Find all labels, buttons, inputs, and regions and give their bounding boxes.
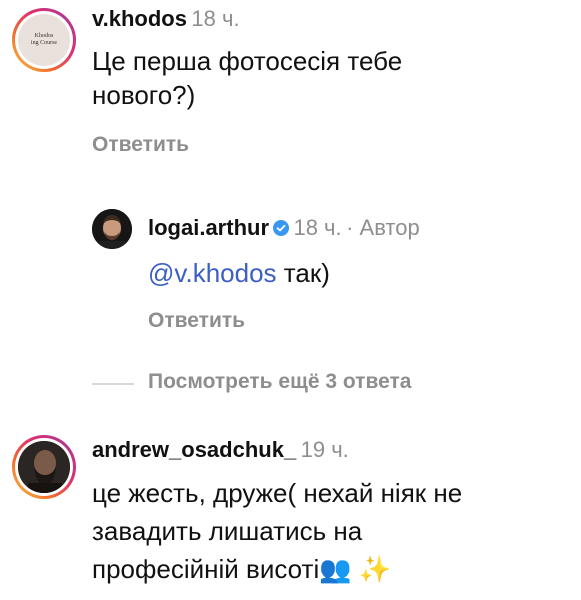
avatar-photo-icon (18, 441, 70, 493)
avatar: Khodos ing Course (18, 14, 70, 66)
comment-text-line-2: завадить лишатись на (92, 516, 363, 546)
view-more-replies-button[interactable]: Посмотреть ещё 3 ответа (148, 370, 411, 394)
avatar-logo-text: Khodos (34, 33, 54, 39)
comment-text-line-3: професійній висоті👥 ✨ (92, 552, 391, 586)
avatar-story-ring[interactable] (12, 435, 76, 499)
comment-text: @v.khodos так) (148, 256, 330, 290)
timestamp: 18 ч. (191, 6, 240, 31)
comment-text-body: так) (276, 258, 330, 288)
verified-badge-icon (273, 220, 290, 236)
reply-button[interactable]: Ответить (148, 309, 245, 333)
reply-button[interactable]: Ответить (92, 133, 189, 157)
avatar-photo-icon (92, 209, 132, 249)
comment-text-line-1: це жесть, друже( нехай ніяк не (92, 478, 463, 508)
comment-text-body: професійній висоті (92, 554, 320, 584)
timestamp: 18 ч. (293, 215, 342, 240)
avatar-story-ring[interactable]: Khodos ing Course (12, 8, 76, 72)
divider-line (92, 383, 134, 385)
username[interactable]: logai.arthur (148, 215, 269, 240)
mention-link[interactable]: @v.khodos (148, 258, 277, 288)
username[interactable]: v.khodos (92, 6, 187, 31)
timestamp: 19 ч. (300, 437, 349, 462)
avatar[interactable] (92, 209, 132, 249)
avatar (18, 441, 70, 493)
comment-text: Це перша фотосесія тебе нового?) (92, 46, 403, 110)
avatar-logo-text-2: ing Course (30, 40, 58, 46)
emoji: 👥 ✨ (319, 554, 392, 584)
author-label: · Автор (346, 215, 420, 240)
username[interactable]: andrew_osadchuk_ (92, 437, 296, 462)
